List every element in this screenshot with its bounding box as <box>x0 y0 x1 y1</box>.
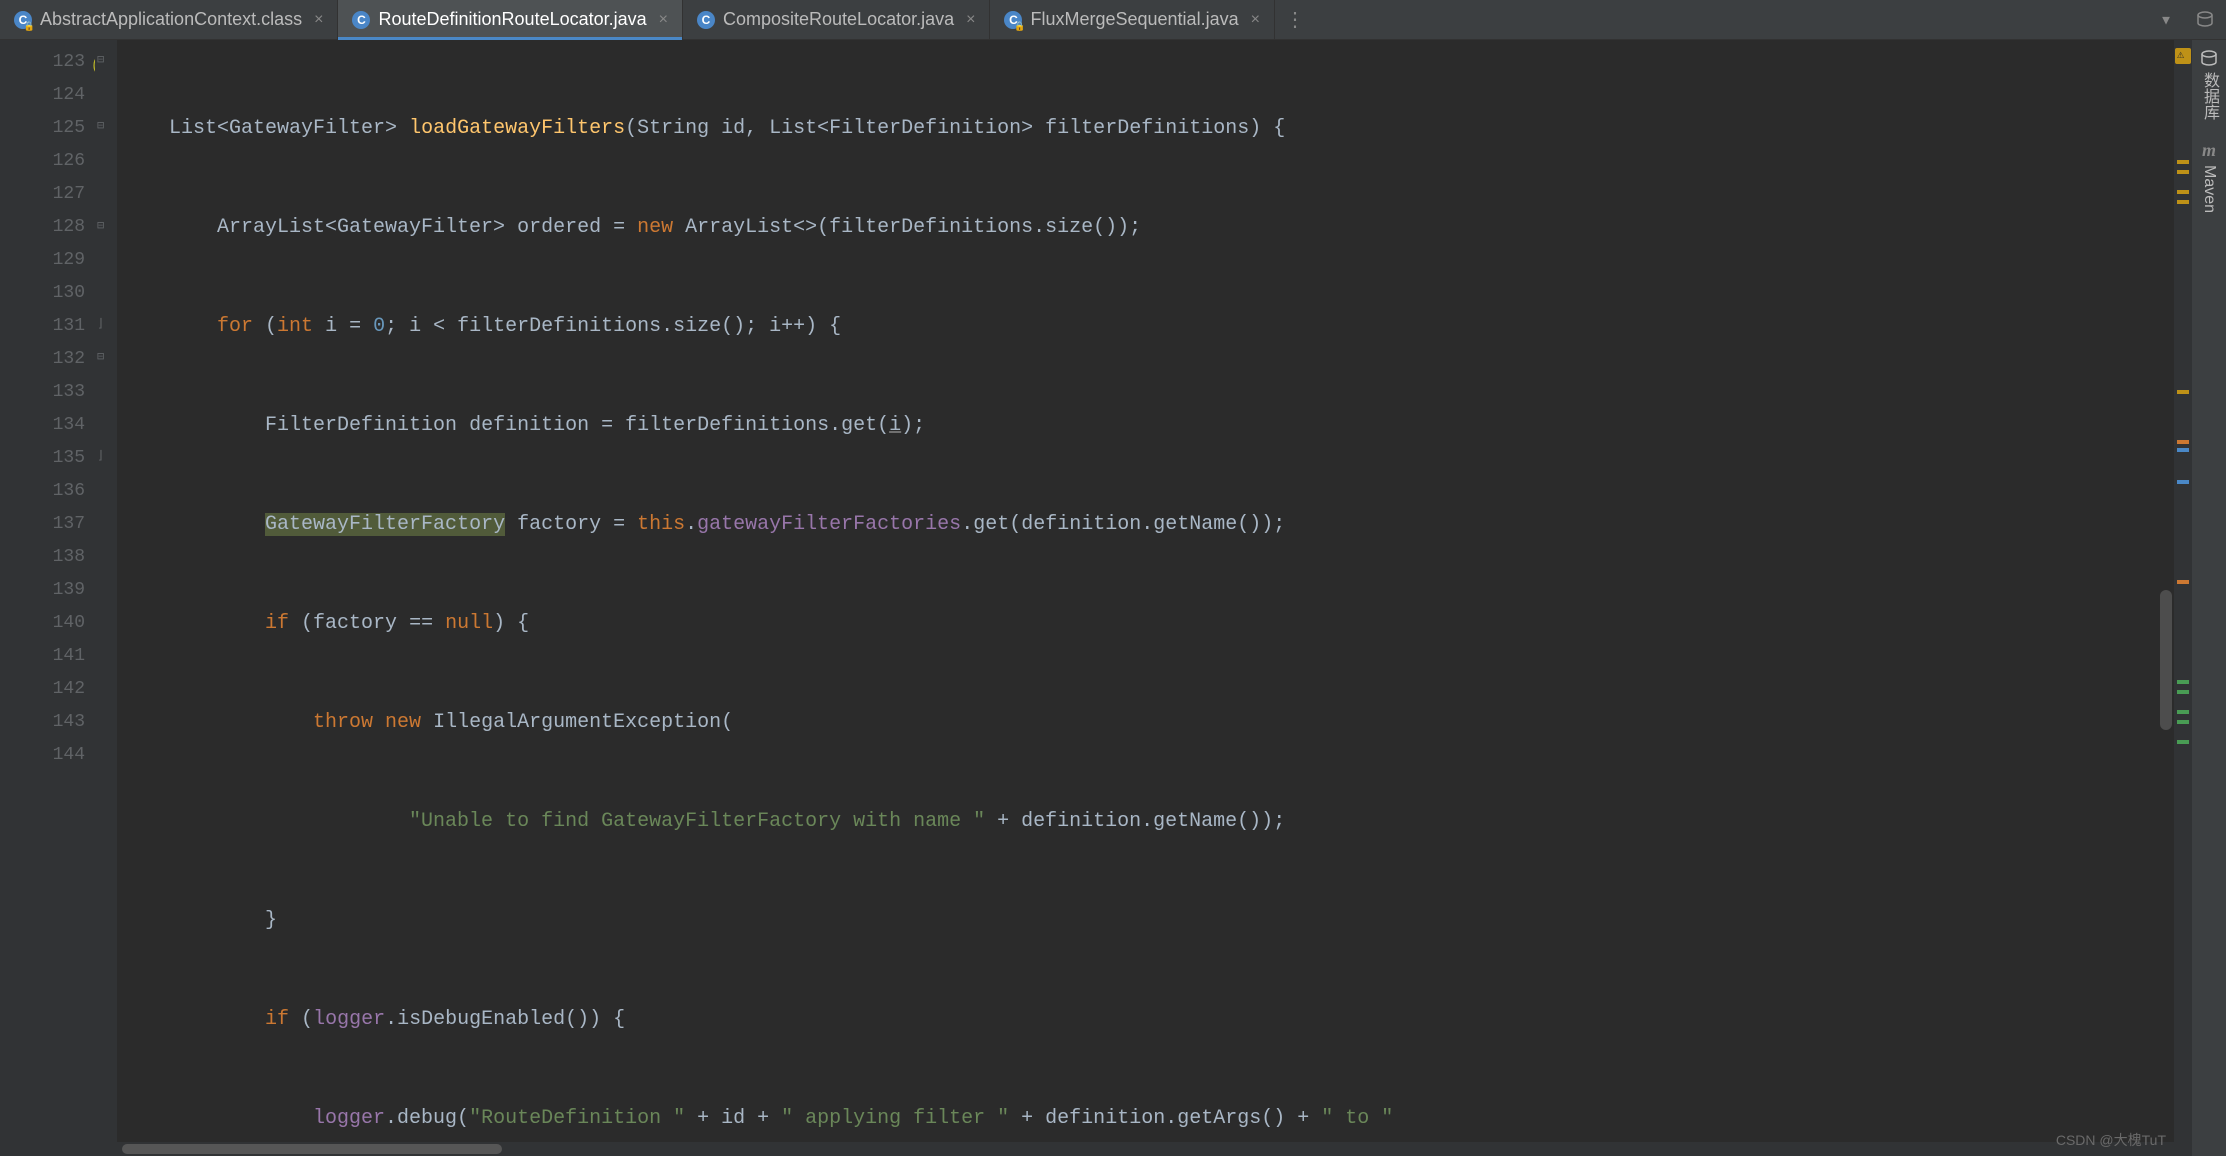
mark-highlight[interactable] <box>2177 580 2189 584</box>
class-icon: C <box>1004 11 1022 29</box>
tab-abstract-application-context[interactable]: C AbstractApplicationContext.class × <box>0 0 338 39</box>
close-icon[interactable]: × <box>966 11 975 29</box>
code-line: logger.debug("RouteDefinition " + id + "… <box>121 1102 2174 1135</box>
line-number: 129 <box>0 244 85 277</box>
mark-ok[interactable] <box>2177 710 2189 714</box>
maven-icon: m <box>2202 140 2216 161</box>
tab-label: CompositeRouteLocator.java <box>723 9 954 30</box>
close-icon[interactable]: × <box>659 11 668 29</box>
line-number: 137 <box>0 508 85 541</box>
line-number: 143 <box>0 706 85 739</box>
code-line: GatewayFilterFactory factory = this.gate… <box>121 508 2174 541</box>
vertical-scrollbar-thumb[interactable] <box>2160 590 2172 730</box>
code-line: List<GatewayFilter> loadGatewayFilters(S… <box>121 112 2174 145</box>
fold-close-icon[interactable]: ⌋ <box>97 448 104 463</box>
tab-label: FluxMergeSequential.java <box>1030 9 1238 30</box>
line-number: 130 <box>0 277 85 310</box>
database-tool-icon[interactable] <box>2184 0 2226 39</box>
watermark: CSDN @大槐TuT <box>2056 1130 2166 1150</box>
line-number: 123@ <box>0 46 85 79</box>
code-line: ArrayList<GatewayFilter> ordered = new A… <box>121 211 2174 244</box>
mark-warning[interactable] <box>2177 190 2189 194</box>
warning-icon[interactable] <box>2175 48 2191 64</box>
fold-gutter[interactable]: ⊟ ⊟ ⊟ ⌋ ⊟ ⌋ <box>95 40 117 1156</box>
class-icon: C <box>14 11 32 29</box>
mark-highlight[interactable] <box>2177 440 2189 444</box>
line-number: 140 <box>0 607 85 640</box>
right-sidebar: 数据库 m Maven <box>2192 40 2226 1156</box>
fold-icon[interactable]: ⊟ <box>97 349 104 364</box>
line-number: 132 <box>0 343 85 376</box>
line-number: 136 <box>0 475 85 508</box>
tab-composite-route-locator[interactable]: C CompositeRouteLocator.java × <box>683 0 990 39</box>
code-line: "Unable to find GatewayFilterFactory wit… <box>121 805 2174 838</box>
tab-route-definition-route-locator[interactable]: C RouteDefinitionRouteLocator.java × <box>338 0 683 39</box>
editor-area: 123@ 124 125 126 127 128 129 130 131 132… <box>0 40 2226 1156</box>
mark-warning[interactable] <box>2177 170 2189 174</box>
mark-ok[interactable] <box>2177 740 2189 744</box>
tab-bar: C AbstractApplicationContext.class × C R… <box>0 0 2226 40</box>
class-icon: C <box>352 11 370 29</box>
mark-warning[interactable] <box>2177 200 2189 204</box>
scrollbar-thumb[interactable] <box>122 1144 502 1154</box>
fold-icon[interactable]: ⊟ <box>97 52 104 67</box>
class-icon: C <box>697 11 715 29</box>
line-number: 134 <box>0 409 85 442</box>
code-line: throw new IllegalArgumentException( <box>121 706 2174 739</box>
fold-close-icon[interactable]: ⌋ <box>97 316 104 331</box>
line-number: 128 <box>0 211 85 244</box>
mark-info[interactable] <box>2177 480 2189 484</box>
line-number: 131 <box>0 310 85 343</box>
mark-ok[interactable] <box>2177 680 2189 684</box>
database-tool-button[interactable]: 数据库 <box>2197 50 2221 120</box>
line-number: 127 <box>0 178 85 211</box>
code-line: if (factory == null) { <box>121 607 2174 640</box>
code-line: FilterDefinition definition = filterDefi… <box>121 409 2174 442</box>
tab-flux-merge-sequential[interactable]: C FluxMergeSequential.java × <box>990 0 1274 39</box>
maven-tool-button[interactable]: m Maven <box>2200 140 2218 213</box>
mark-warning[interactable] <box>2177 390 2189 394</box>
code-line: if (logger.isDebugEnabled()) { <box>121 1003 2174 1036</box>
line-number: 126 <box>0 145 85 178</box>
line-number: 124 <box>0 79 85 112</box>
line-number: 133 <box>0 376 85 409</box>
line-number: 144 <box>0 739 85 772</box>
fold-icon[interactable]: ⊟ <box>97 118 104 133</box>
line-number: 139 <box>0 574 85 607</box>
code-line: } <box>121 904 2174 937</box>
mark-info[interactable] <box>2177 448 2189 452</box>
code-editor[interactable]: List<GatewayFilter> loadGatewayFilters(S… <box>117 40 2174 1156</box>
database-icon <box>2200 50 2218 68</box>
mark-ok[interactable] <box>2177 690 2189 694</box>
tab-dropdown[interactable]: ▾ <box>2148 0 2184 39</box>
gutter[interactable]: 123@ 124 125 126 127 128 129 130 131 132… <box>0 40 95 1156</box>
line-number: 142 <box>0 673 85 706</box>
close-icon[interactable]: × <box>314 11 323 29</box>
line-number: 138 <box>0 541 85 574</box>
code-line: for (int i = 0; i < filterDefinitions.si… <box>121 310 2174 343</box>
mark-ok[interactable] <box>2177 720 2189 724</box>
marks-column[interactable] <box>2174 40 2192 1156</box>
close-icon[interactable]: × <box>1251 11 1260 29</box>
mark-warning[interactable] <box>2177 160 2189 164</box>
line-number: 125 <box>0 112 85 145</box>
line-number: 141 <box>0 640 85 673</box>
line-number: 135 <box>0 442 85 475</box>
horizontal-scrollbar[interactable] <box>117 1142 2174 1156</box>
fold-icon[interactable]: ⊟ <box>97 218 104 233</box>
tab-overflow-indicator[interactable]: ⋮ <box>1275 0 1315 39</box>
tab-label: RouteDefinitionRouteLocator.java <box>378 9 646 30</box>
tab-label: AbstractApplicationContext.class <box>40 9 302 30</box>
